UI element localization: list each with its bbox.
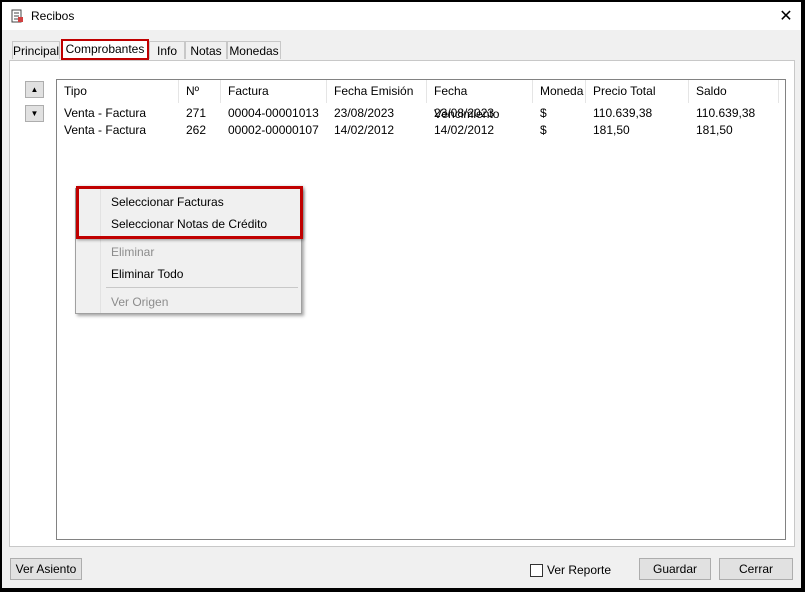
cell-moneda: $ (540, 123, 547, 137)
table-row[interactable]: Venta - Factura 262 00002-00000107 14/02… (57, 122, 785, 139)
tab-principal[interactable]: Principal (12, 41, 60, 59)
tab-monedas[interactable]: Monedas (227, 41, 281, 59)
cell-saldo: 110.639,38 (696, 106, 756, 120)
tab-info[interactable]: Info (149, 41, 185, 59)
menu-item-eliminar-todo[interactable]: Eliminar Todo (111, 267, 183, 281)
annotation-highlight-box (76, 186, 303, 239)
move-down-button[interactable]: ▼ (25, 105, 44, 122)
cell-numero: 271 (186, 106, 207, 120)
arrow-down-icon: ▼ (30, 109, 39, 118)
col-header-saldo[interactable]: Saldo (689, 80, 779, 103)
cell-factura: 00002-00000107 (228, 123, 319, 137)
cell-saldo: 181,50 (696, 123, 733, 137)
col-header-fecha-vencimiento[interactable]: Fecha Vencimiento (427, 80, 533, 121)
menu-separator (106, 287, 298, 288)
tab-comprobantes[interactable]: Comprobantes (61, 39, 149, 60)
cell-factura: 00004-00001013 (228, 106, 319, 120)
cell-fecha-emision: 14/02/2012 (334, 123, 395, 137)
arrow-up-icon: ▲ (30, 85, 39, 94)
col-header-factura[interactable]: Factura (221, 80, 327, 103)
cell-numero: 262 (186, 123, 207, 137)
ver-reporte-label[interactable]: Ver Reporte (547, 563, 611, 577)
col-header-numero[interactable]: Nº (179, 80, 221, 103)
col-header-tipo[interactable]: Tipo (57, 80, 179, 103)
cell-precio-total: 110.639,38 (593, 106, 653, 120)
move-up-button[interactable]: ▲ (25, 81, 44, 98)
title-bar[interactable]: Recibos ✕ (2, 2, 801, 30)
ver-reporte-checkbox[interactable] (530, 564, 543, 577)
tab-notas[interactable]: Notas (185, 41, 227, 59)
window-title: Recibos (31, 9, 75, 23)
col-header-moneda[interactable]: Moneda (533, 80, 586, 103)
receipt-app-icon (11, 9, 23, 23)
cell-tipo: Venta - Factura (64, 123, 147, 137)
table-row[interactable]: Venta - Factura 271 00004-00001013 23/08… (57, 105, 785, 122)
cell-tipo: Venta - Factura (64, 106, 147, 120)
cell-fecha-vencimiento: 23/08/2023 (434, 106, 495, 120)
close-icon[interactable]: ✕ (774, 4, 798, 28)
guardar-button[interactable]: Guardar (639, 558, 711, 580)
cell-precio-total: 181,50 (593, 123, 630, 137)
col-header-precio-total[interactable]: Precio Total (586, 80, 689, 103)
grid-header: Tipo Nº Factura Fecha Emisión Fecha Venc… (57, 80, 785, 121)
col-header-fecha-emision[interactable]: Fecha Emisión (327, 80, 427, 103)
cell-fecha-vencimiento: 14/02/2012 (434, 123, 495, 137)
ver-asiento-button[interactable]: Ver Asiento (10, 558, 82, 580)
cell-moneda: $ (540, 106, 547, 120)
cell-fecha-emision: 23/08/2023 (334, 106, 395, 120)
cerrar-button[interactable]: Cerrar (719, 558, 793, 580)
menu-item-eliminar[interactable]: Eliminar (111, 245, 154, 259)
menu-item-ver-origen[interactable]: Ver Origen (111, 295, 168, 309)
